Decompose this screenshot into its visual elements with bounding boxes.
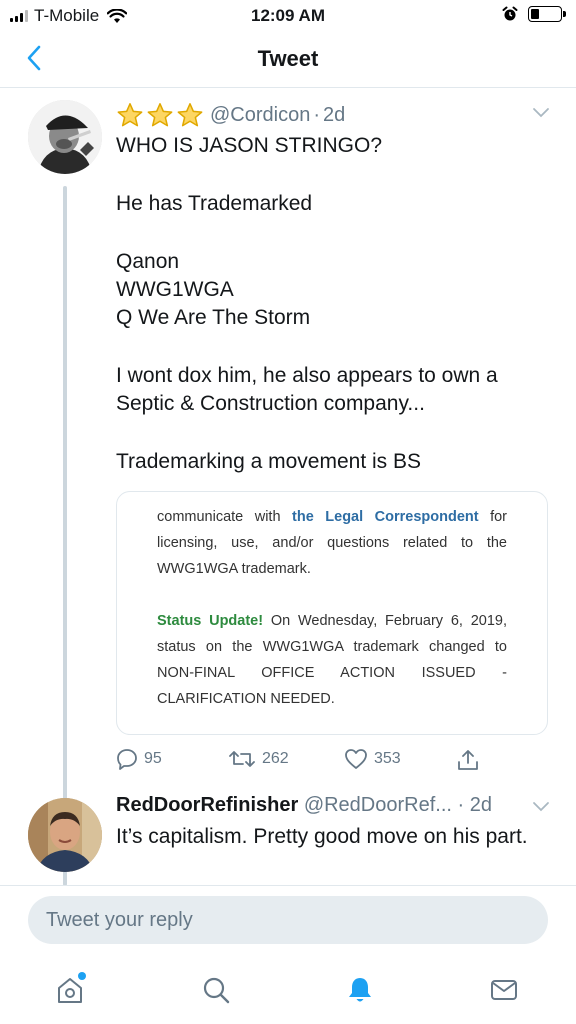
tab-home[interactable] (50, 970, 90, 1010)
tweet-handle[interactable]: @Cordicon (210, 104, 310, 127)
retweet-icon (229, 751, 255, 767)
reply-author-name[interactable]: RedDoorRefinisher (116, 794, 298, 816)
tweet-list: Qanon WWG1WGA Q We Are The Storm (116, 248, 546, 332)
retweet-count: 262 (262, 750, 289, 767)
search-icon (203, 977, 230, 1004)
badge-stars (116, 102, 204, 129)
tweet-line: I wont dox him, he also appears to own a… (116, 364, 498, 415)
media-link-text: the Legal Correspondent (292, 509, 479, 525)
tab-notifications[interactable] (340, 970, 380, 1010)
status-time: 12:09 AM (250, 6, 325, 25)
alarm-icon (502, 6, 518, 21)
tweet-actions: 95 262 353 (116, 748, 516, 778)
reply-handle[interactable]: @RedDoorRef... (304, 794, 452, 816)
chevron-down-icon (533, 108, 549, 118)
media-paragraph: communicate with the Legal Correspondent… (157, 504, 507, 582)
retweet-button[interactable]: 262 (228, 748, 289, 770)
tweet-line: WWG1WGA (116, 278, 234, 301)
share-icon (458, 750, 478, 770)
tab-search[interactable] (196, 970, 236, 1010)
media-text: communicate with (157, 509, 281, 525)
reply-text: It’s capitalism. Pretty good move on his… (116, 825, 528, 848)
status-right (502, 6, 566, 22)
reply-tweet[interactable]: RedDoorRefinisher @RedDoorRef... · 2d It… (0, 788, 576, 886)
share-button[interactable] (456, 748, 480, 772)
tab-messages[interactable] (484, 970, 524, 1010)
tweet-separator: · (313, 104, 321, 126)
nav-header: Tweet (0, 32, 576, 88)
star-icon (177, 103, 203, 127)
star-icon (147, 103, 173, 127)
tweet-header: @Cordicon · 2d (116, 102, 345, 129)
reply-icon (117, 749, 137, 770)
tab-bar (0, 956, 576, 1024)
reply-count: 95 (144, 750, 162, 767)
tweet-line: Qanon (116, 250, 180, 273)
reply-menu-button[interactable] (532, 800, 550, 818)
new-content-dot (78, 972, 86, 980)
media-image[interactable]: communicate with the Legal Correspondent… (116, 491, 548, 735)
messages-icon (491, 980, 517, 1000)
tweet-line: Trademarking a movement is BS (116, 450, 422, 473)
reply-button[interactable]: 95 (116, 748, 162, 770)
reply-header: RedDoorRefinisher @RedDoorRef... · 2d (116, 794, 492, 817)
like-button[interactable]: 353 (344, 748, 401, 770)
reply-input[interactable] (28, 896, 548, 944)
battery-level (531, 9, 540, 19)
like-count: 353 (374, 750, 401, 767)
reply-age: 2d (469, 794, 492, 816)
chevron-down-icon (533, 802, 549, 812)
media-status-label: Status Update! (157, 613, 264, 629)
avatar[interactable] (28, 798, 102, 872)
tweet-line: Q We Are The Storm (116, 306, 311, 329)
notifications-icon (349, 978, 371, 1002)
media-paragraph: Status Update! On Wednesday, February 6,… (157, 608, 507, 712)
tweet-line: WHO IS JASON STRINGO? (116, 134, 383, 157)
compose-bar (0, 886, 576, 956)
avatar[interactable] (28, 100, 102, 174)
tweet-age: 2d (323, 104, 346, 126)
reply-separator: · (457, 794, 465, 816)
page-title: Tweet (257, 46, 319, 71)
tweet-text: WHO IS JASON STRINGO? He has Trademarked… (116, 132, 546, 506)
tweet-line: He has Trademarked (116, 192, 313, 215)
avatar-image (28, 100, 102, 174)
status-bar: T-Mobile 12:09 AM (0, 0, 576, 32)
thread-line (63, 186, 67, 886)
tweet-menu-button[interactable] (532, 106, 550, 124)
battery-icon (528, 6, 566, 22)
avatar-image (28, 798, 102, 872)
star-icon (117, 103, 143, 127)
main-tweet: @Cordicon · 2d WHO IS JASON STRINGO? He … (0, 88, 576, 886)
heart-icon (345, 749, 367, 769)
